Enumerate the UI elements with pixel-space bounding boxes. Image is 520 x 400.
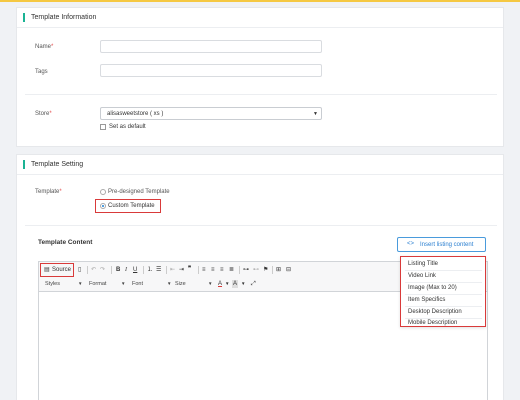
- menu-item-mobile-description[interactable]: Mobile Description: [408, 320, 457, 326]
- indent-icon[interactable]: ⇥: [179, 266, 184, 274]
- undo-icon[interactable]: ↶: [91, 266, 96, 274]
- menu-item-desktop-description[interactable]: Desktop Description: [408, 309, 462, 315]
- template-setting-panel: Template Setting Template* Pre-designed …: [16, 154, 504, 400]
- pre-designed-template-label: Pre-designed Template: [108, 189, 170, 195]
- tags-input[interactable]: [100, 64, 322, 77]
- panel-title: Template Setting: [31, 161, 84, 168]
- toolbar-separator: [272, 266, 273, 274]
- source-icon: ▤: [44, 267, 50, 273]
- template-information-panel: Template Information Name* Tags Store* a…: [16, 7, 504, 147]
- menu-item-item-specifics[interactable]: Item Specifics: [408, 297, 445, 303]
- outdent-icon[interactable]: ⇤: [170, 266, 175, 274]
- font-label: Font: [132, 281, 144, 287]
- bulleted-list-icon[interactable]: ☰: [156, 266, 161, 274]
- template-content-label: Template Content: [38, 239, 93, 246]
- name-label: Name*: [35, 44, 54, 50]
- header-accent-bar: [23, 13, 25, 22]
- size-combo[interactable]: Size ▼: [175, 281, 212, 287]
- menu-separator: [405, 270, 482, 271]
- menu-separator: [405, 282, 482, 283]
- styles-combo[interactable]: Styles ▼: [45, 281, 82, 287]
- store-label: Store*: [35, 111, 52, 117]
- custom-template-radio[interactable]: [100, 203, 106, 209]
- table-icon[interactable]: ⊞: [276, 266, 281, 274]
- section-divider: [25, 225, 497, 226]
- anchor-flag-icon[interactable]: ⚑: [263, 266, 268, 274]
- section-divider: [25, 94, 497, 95]
- header-accent-bar: [23, 160, 25, 169]
- underline-icon[interactable]: U: [133, 266, 137, 274]
- text-color-icon[interactable]: A: [218, 280, 222, 288]
- dropdown-caret-icon: ▼: [78, 281, 83, 286]
- horizontal-rule-icon[interactable]: ⊟: [286, 266, 291, 274]
- toolbar-separator: [111, 266, 112, 274]
- panel-header: Template Setting: [17, 155, 503, 175]
- toolbar-separator: [143, 266, 144, 274]
- justify-icon[interactable]: ≣: [229, 266, 234, 274]
- redo-icon[interactable]: ↷: [100, 266, 105, 274]
- template-label: Template*: [35, 189, 62, 195]
- tags-label: Tags: [35, 69, 48, 75]
- dropdown-caret-icon[interactable]: ▼: [241, 280, 245, 288]
- blockquote-icon[interactable]: ❞: [188, 265, 191, 273]
- top-accent-line: [0, 0, 520, 2]
- set-default-checkbox[interactable]: [100, 124, 106, 130]
- dropdown-caret-icon: ▼: [167, 281, 172, 286]
- link-icon[interactable]: ⊶: [243, 266, 249, 274]
- format-combo[interactable]: Format ▼: [89, 281, 125, 287]
- background-color-icon[interactable]: A: [232, 280, 239, 288]
- menu-separator: [405, 318, 482, 319]
- source-button[interactable]: Source: [52, 266, 71, 274]
- menu-separator: [405, 306, 482, 307]
- custom-template-label: Custom Template: [108, 203, 155, 209]
- maximize-icon[interactable]: ⤢: [251, 280, 256, 288]
- name-input[interactable]: [100, 40, 322, 53]
- toolbar-separator: [239, 266, 240, 274]
- styles-label: Styles: [45, 281, 60, 287]
- menu-item-listing-title[interactable]: Listing Title: [408, 261, 438, 267]
- dropdown-caret-icon: ▼: [121, 281, 126, 286]
- font-combo[interactable]: Font ▼: [132, 281, 171, 287]
- toolbar-separator: [198, 266, 199, 274]
- code-icon: <>: [407, 241, 415, 247]
- align-center-icon[interactable]: ≡: [211, 266, 215, 274]
- format-label: Format: [89, 281, 107, 287]
- panel-header: Template Information: [17, 8, 503, 28]
- size-label: Size: [175, 281, 186, 287]
- italic-icon[interactable]: I: [125, 266, 127, 274]
- store-selected-value: alisasweetstore ( xs ): [107, 111, 164, 117]
- insert-listing-content-menu: Listing Title Video Link Image (Max to 2…: [400, 256, 486, 327]
- set-default-label: Set as default: [109, 124, 146, 130]
- insert-listing-content-button[interactable]: <> Insert listing content: [397, 237, 486, 252]
- menu-item-video-link[interactable]: Video Link: [408, 273, 436, 279]
- menu-item-image[interactable]: Image (Max to 20): [408, 285, 457, 291]
- pre-designed-template-radio[interactable]: [100, 189, 106, 195]
- toolbar-separator: [166, 266, 167, 274]
- dropdown-caret-icon: ▼: [313, 111, 318, 117]
- store-select[interactable]: alisasweetstore ( xs ) ▼: [100, 107, 322, 120]
- numbered-list-icon[interactable]: ⒈: [147, 266, 153, 274]
- menu-separator: [405, 294, 482, 295]
- dropdown-caret-icon[interactable]: ▼: [225, 280, 229, 288]
- dropdown-caret-icon: ▼: [208, 281, 213, 286]
- panel-title: Template Information: [31, 14, 97, 21]
- insert-listing-content-label: Insert listing content: [420, 242, 474, 248]
- align-left-icon[interactable]: ≡: [202, 266, 206, 274]
- toolbar-separator: [87, 266, 88, 274]
- unlink-icon[interactable]: ⊷: [253, 266, 259, 274]
- bold-icon[interactable]: B: [116, 266, 120, 274]
- new-page-icon[interactable]: ▯: [78, 266, 81, 274]
- align-right-icon[interactable]: ≡: [220, 266, 224, 274]
